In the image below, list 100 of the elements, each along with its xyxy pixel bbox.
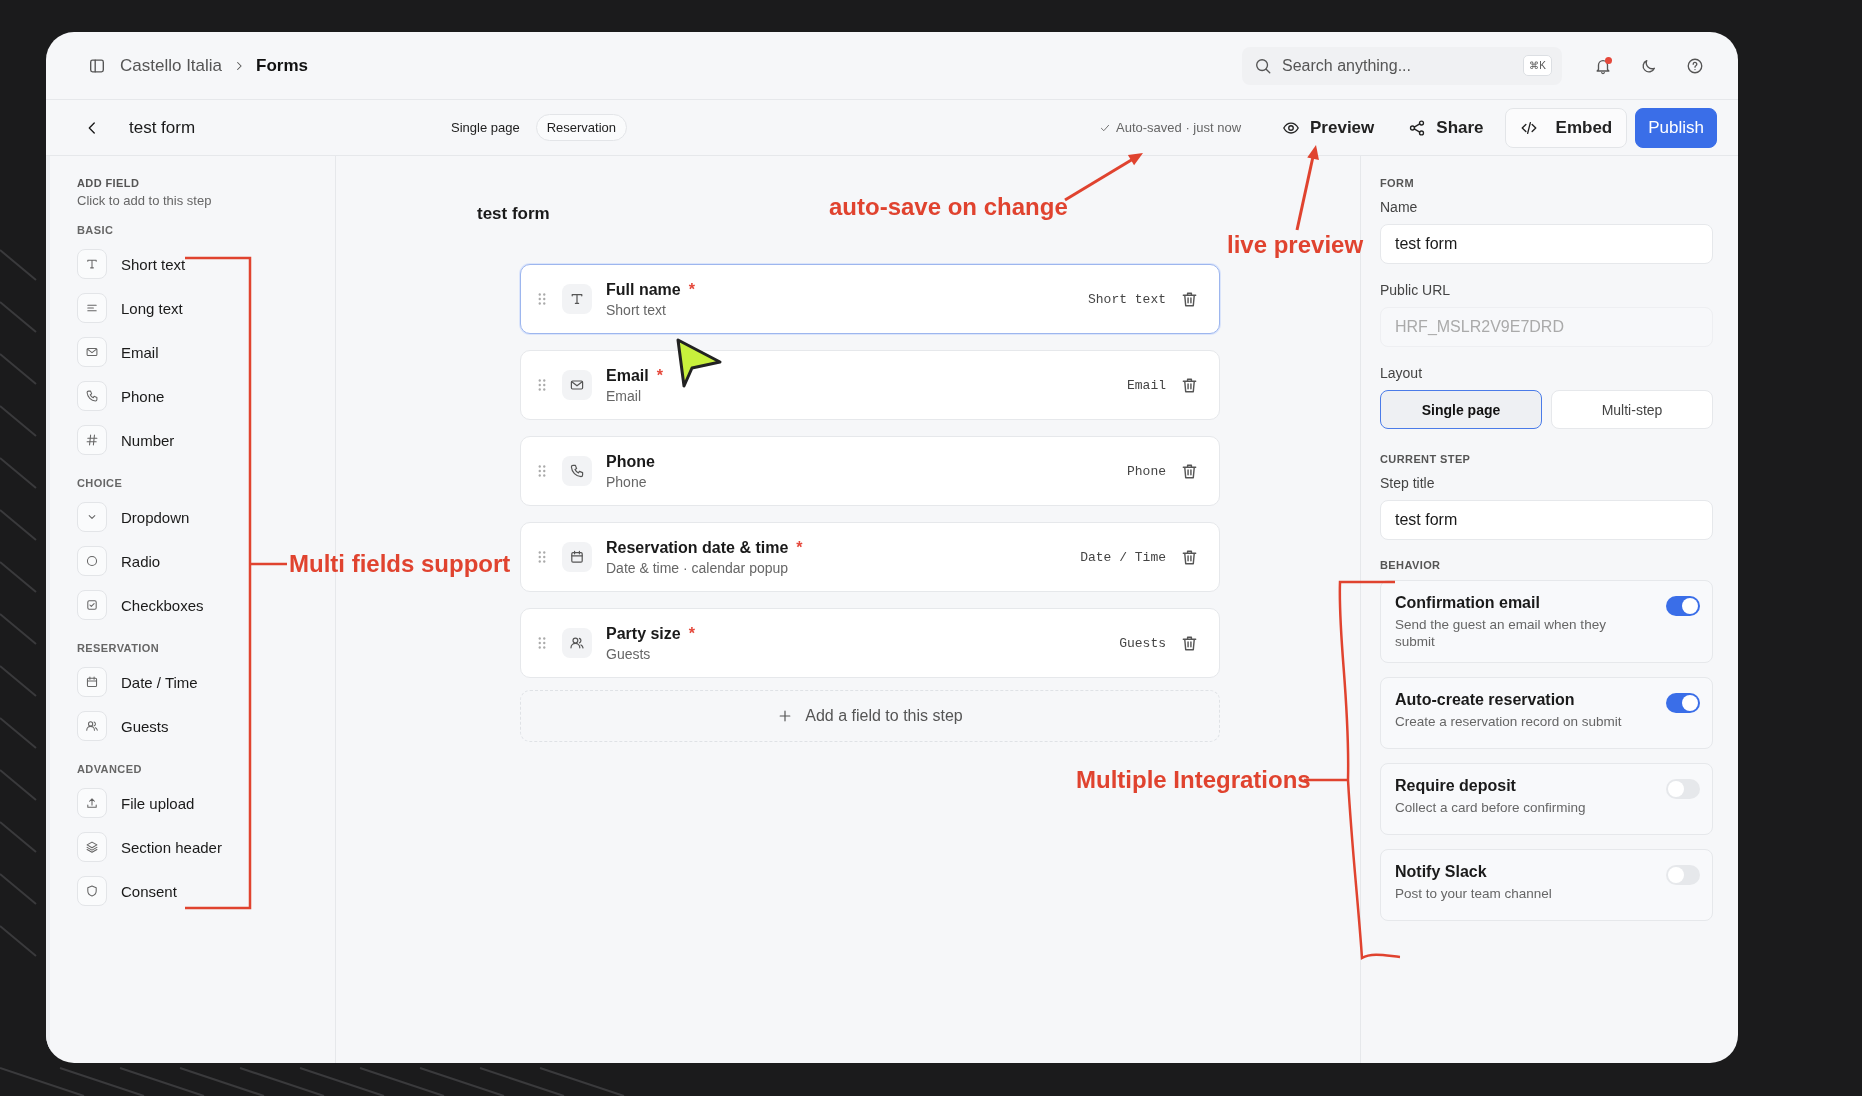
group-heading: ADVANCED [77, 762, 143, 777]
layout-option[interactable]: Single page [1380, 390, 1542, 429]
field-label: Name [1380, 198, 1418, 216]
section-heading: ADD FIELD [77, 176, 141, 191]
field-card[interactable]: Party size * Guests Guests [520, 608, 1220, 678]
annotation-label: Multi fields support [289, 550, 511, 578]
behavior-title: Require deposit [1395, 777, 1517, 795]
field-subtitle: Guests [606, 645, 652, 662]
text-icon [562, 284, 592, 314]
behavior-description: Post to your team channel [1395, 885, 1553, 902]
field-type-item[interactable]: Short text [77, 242, 192, 286]
people-icon [77, 711, 107, 741]
required-mark: * [796, 538, 803, 557]
toggle-switch[interactable] [1666, 596, 1700, 616]
name-field[interactable]: test form [1380, 224, 1713, 264]
field-card[interactable]: Full name * Short text Short text [520, 264, 1220, 334]
section-heading: BEHAVIOR [1380, 558, 1441, 573]
field-type-item[interactable]: Section header [77, 825, 228, 869]
field-type-item[interactable]: Phone [77, 374, 171, 418]
chevron-down-icon [77, 502, 107, 532]
toggle-switch[interactable] [1666, 693, 1700, 713]
breadcrumb-link[interactable]: Forms [256, 55, 309, 76]
field-type-item[interactable]: Radio [77, 539, 167, 583]
search-icon [1254, 56, 1272, 75]
field-label: Layout [1380, 364, 1423, 382]
step-title-field[interactable]: test form [1380, 500, 1713, 540]
annotation-label: Multiple Integrations [1076, 766, 1311, 794]
field-subtitle: Date & time · calendar popup [606, 559, 790, 576]
field-type-item[interactable]: Email [77, 330, 165, 374]
field-type-item[interactable]: Number [77, 418, 181, 462]
field-label: Public URL [1380, 281, 1451, 299]
field-type-label: Short text [1088, 291, 1166, 307]
field-type-item[interactable]: Date / Time [77, 660, 204, 704]
field-type-item[interactable]: File upload [77, 781, 201, 825]
embed-button[interactable]: Embed [1504, 107, 1628, 148]
field-type-item[interactable]: Guests [77, 704, 175, 748]
field-card[interactable]: Phone Phone Phone [520, 436, 1220, 506]
form-title: test form [129, 117, 196, 138]
notification-bell-icon[interactable] [1594, 56, 1612, 75]
annotation-label: auto-save on change [829, 193, 1068, 221]
required-mark: * [688, 280, 695, 299]
field-label: Email [606, 366, 649, 385]
field-label: Phone [606, 452, 655, 471]
field-type-item[interactable]: Dropdown [77, 495, 196, 539]
field-label: Full name [606, 280, 681, 299]
share-button[interactable]: Share [1395, 107, 1497, 148]
help-icon[interactable] [1686, 56, 1704, 75]
field-type-item[interactable]: Checkboxes [77, 583, 210, 627]
search-field[interactable]: Search anything... ⌘K [1242, 46, 1562, 85]
cursor-icon [676, 338, 722, 388]
field-label: Party size [606, 624, 681, 643]
people-icon [562, 628, 592, 658]
calendar-icon [77, 667, 107, 697]
add-field-button[interactable]: Add a field to this step [520, 690, 1220, 742]
behavior-title: Auto-create reservation [1395, 691, 1576, 709]
behavior-title: Confirmation email [1395, 594, 1541, 612]
field-subtitle: Short text [606, 301, 667, 318]
field-card[interactable]: Reservation date & time * Date & time · calendar popup Date / Time [520, 522, 1220, 592]
shortcut-key: ⌘K [1523, 55, 1552, 76]
field-label: Step title [1380, 474, 1435, 492]
lines-icon [77, 293, 107, 323]
sidebar-toggle-icon[interactable] [88, 56, 106, 75]
field-type-item[interactable]: Consent [77, 869, 183, 913]
upload-icon [77, 788, 107, 818]
group-heading: BASIC [77, 223, 115, 238]
hash-icon [77, 425, 107, 455]
section-heading: CURRENT STEP [1380, 452, 1471, 467]
behavior-description: Collect a card before confirming [1395, 799, 1587, 816]
field-subtitle: Phone [606, 473, 648, 490]
behavior-description: Send the guest an email when they submit [1395, 616, 1607, 650]
share-icon [1408, 118, 1427, 137]
field-label: Reservation date & time [606, 538, 789, 557]
layout-tag: Reservation [535, 114, 628, 141]
phone-icon [562, 456, 592, 486]
autosave-status: Auto-saved · just now [1116, 120, 1242, 135]
checkbox-icon [77, 590, 107, 620]
toggle-switch[interactable] [1666, 865, 1700, 885]
layout-option[interactable]: Multi-step [1551, 390, 1713, 429]
phone-icon [77, 381, 107, 411]
field-type-label: Email [1127, 377, 1166, 393]
text-icon [77, 249, 107, 279]
envelope-icon [562, 370, 592, 400]
toggle-switch[interactable] [1666, 779, 1700, 799]
section-hint: Click to add to this step [77, 193, 213, 209]
field-card[interactable]: Email * Email Email [520, 350, 1220, 420]
layers-icon [77, 832, 107, 862]
field-type-item[interactable]: Long text [77, 286, 189, 330]
field-subtitle: Email [606, 387, 642, 404]
canvas-title: test form [477, 203, 550, 225]
field-type-label: Guests [1119, 635, 1166, 651]
layout-tag: Single page [441, 115, 530, 140]
section-heading: FORM [1380, 176, 1414, 191]
annotation-label: live preview [1227, 231, 1364, 259]
required-mark: * [656, 366, 663, 385]
breadcrumb-link[interactable]: Castello Italia [120, 55, 223, 76]
behavior-title: Notify Slack [1395, 863, 1488, 881]
preview-button[interactable]: Preview [1269, 107, 1388, 148]
shield-icon [77, 876, 107, 906]
publish-button[interactable]: Publish [1635, 107, 1717, 148]
group-heading: RESERVATION [77, 641, 161, 656]
